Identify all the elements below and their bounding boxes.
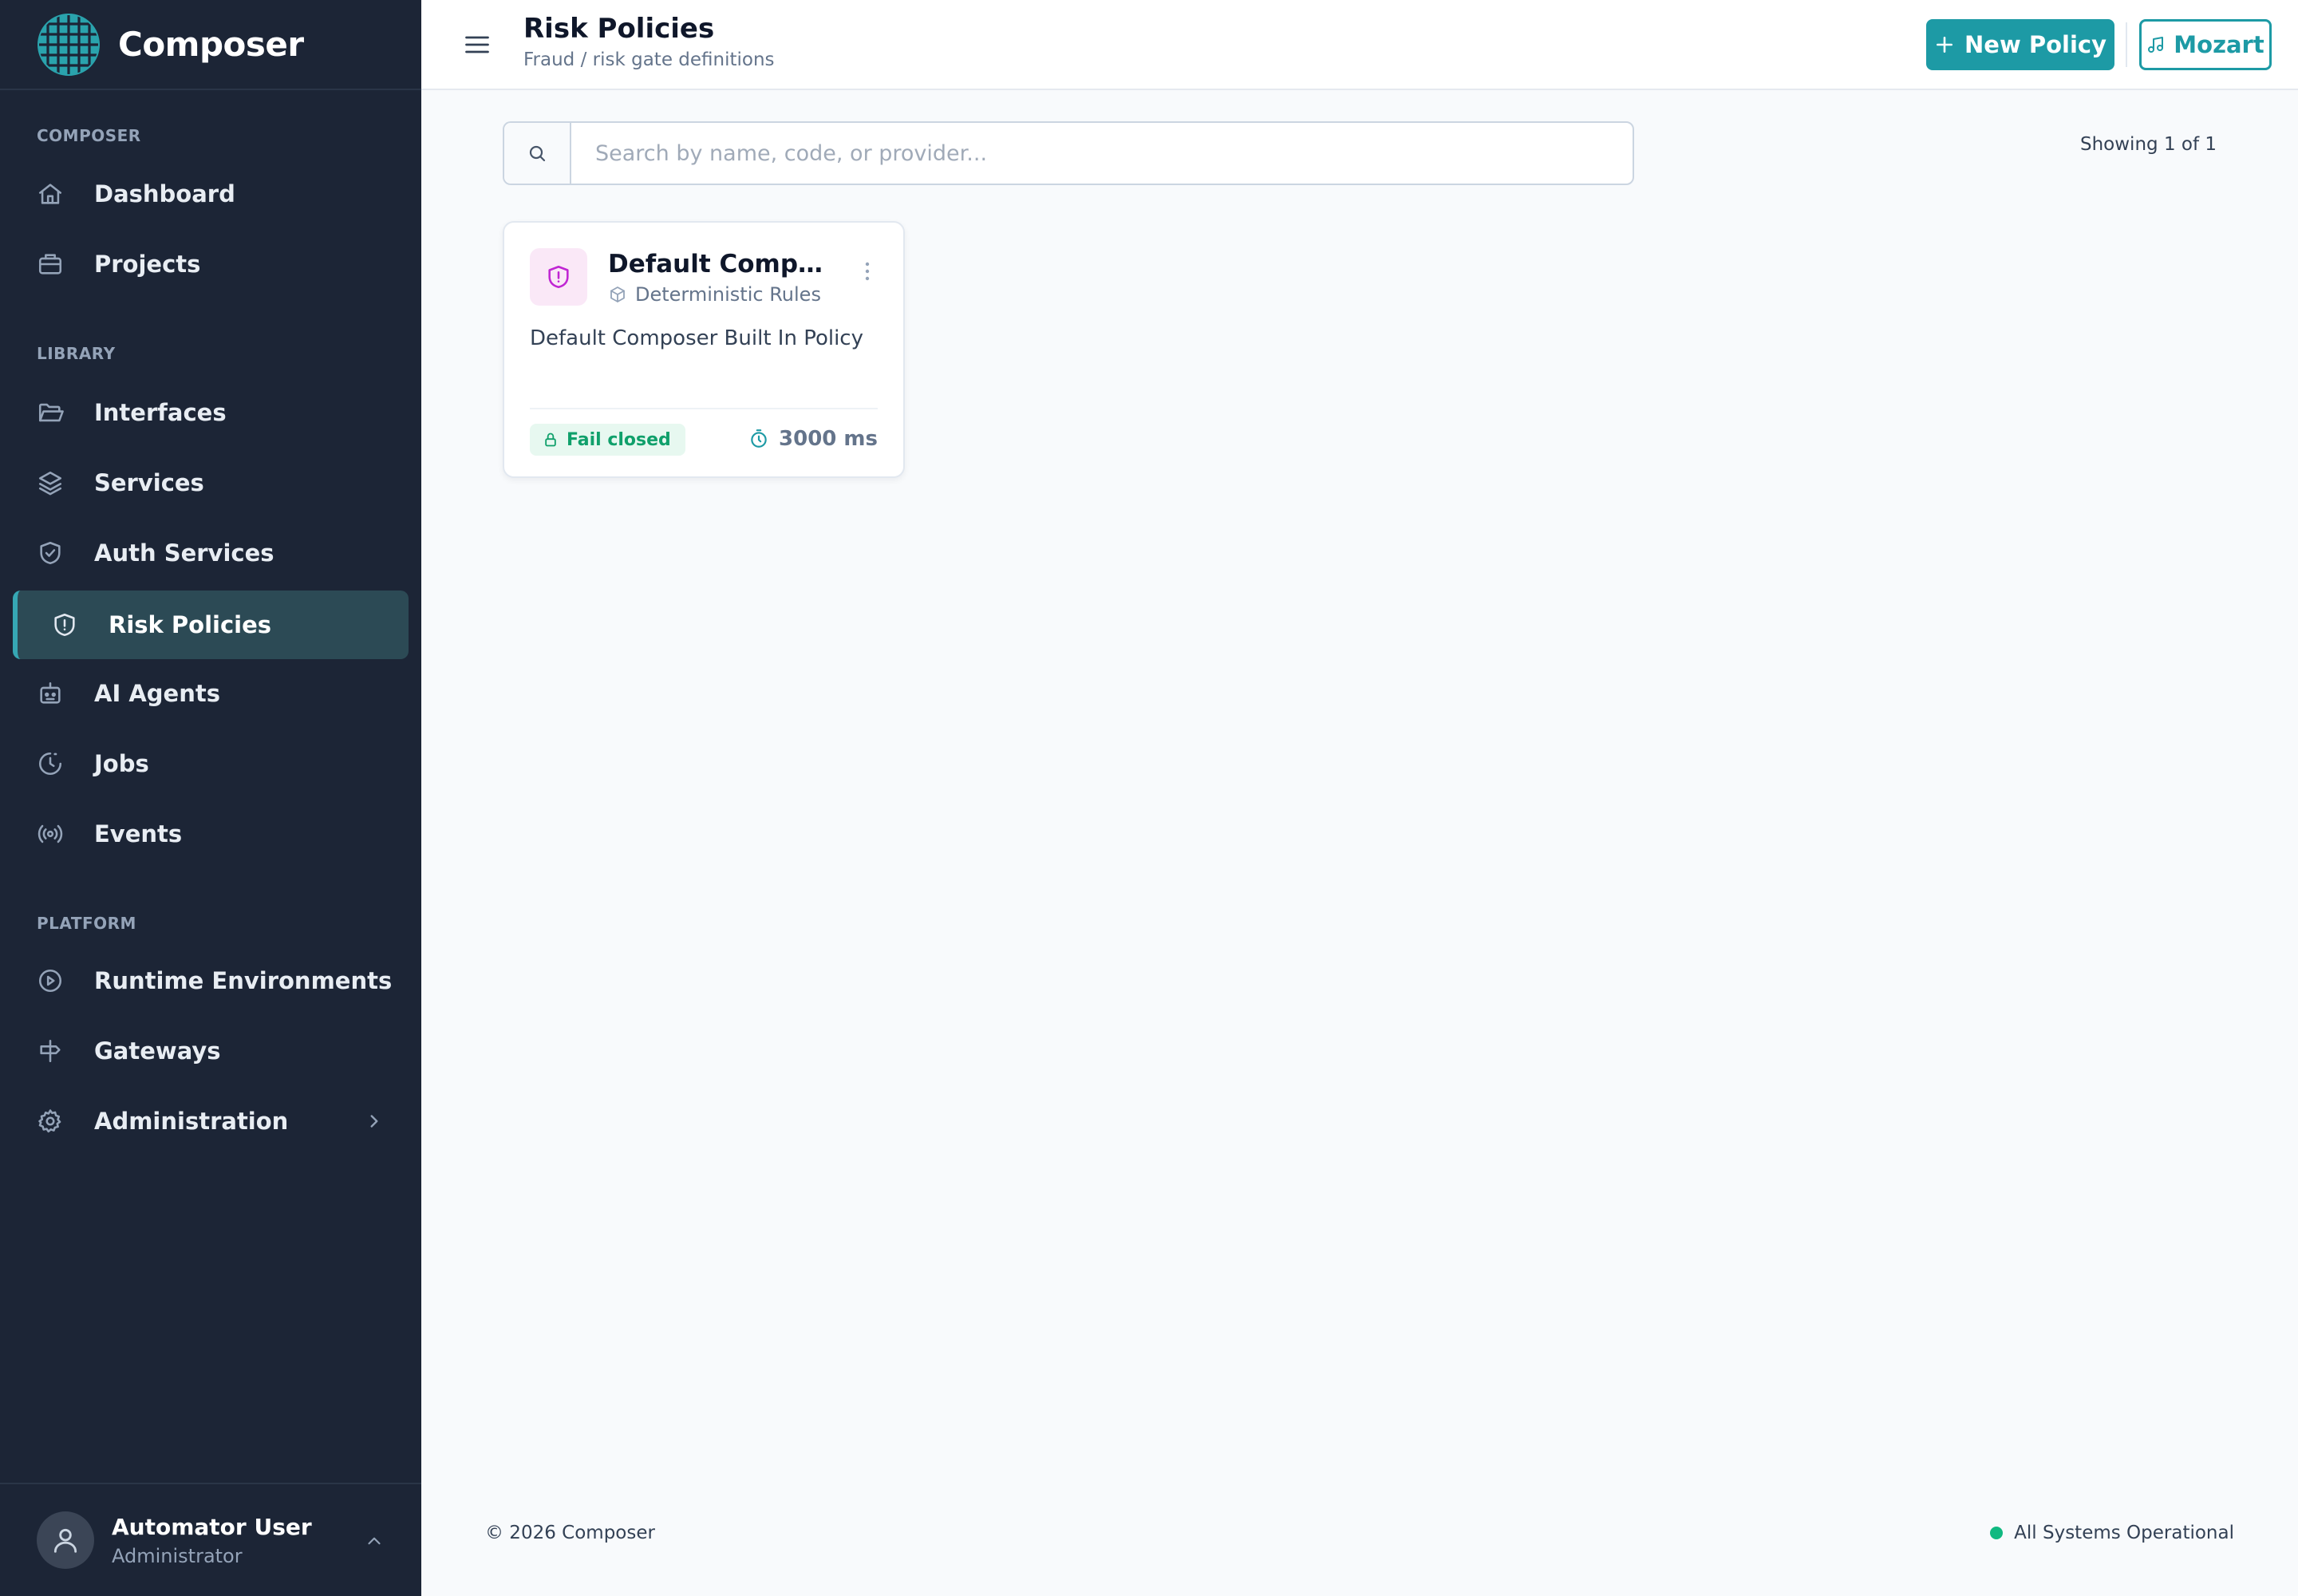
section-label-library: LIBRARY bbox=[37, 344, 116, 363]
mozart-button[interactable]: Mozart bbox=[2139, 19, 2272, 70]
broadcast-icon bbox=[37, 820, 64, 847]
search-icon bbox=[529, 145, 546, 162]
globe-logo-icon bbox=[38, 13, 100, 76]
folder-open-icon bbox=[37, 399, 64, 426]
lock-icon bbox=[545, 433, 556, 447]
status-dot bbox=[1990, 1527, 2004, 1539]
timer-icon bbox=[751, 429, 767, 448]
clock-icon bbox=[37, 750, 64, 777]
sidebar-item-projects[interactable]: Projects bbox=[13, 230, 409, 298]
card-divider bbox=[530, 408, 878, 409]
layers-icon bbox=[37, 469, 64, 496]
section-label-platform: PLATFORM bbox=[37, 914, 136, 933]
policy-timeout: 3000 ms bbox=[748, 427, 878, 451]
music-note-icon bbox=[2148, 37, 2164, 53]
page-title: Risk Policies bbox=[523, 13, 715, 45]
brand[interactable]: Composer bbox=[0, 0, 421, 90]
sidebar-item-label: Runtime Environments bbox=[94, 967, 393, 994]
user-icon bbox=[53, 1528, 77, 1553]
sidebar-item-label: Events bbox=[94, 820, 183, 847]
sidebar: Composer COMPOSER Dashboard Projects LIB… bbox=[0, 0, 421, 1596]
policy-title: Default Compos... bbox=[608, 250, 839, 279]
fail-mode-badge: Fail closed bbox=[530, 424, 685, 456]
top-header: Risk Policies Fraud / risk gate definiti… bbox=[421, 0, 2298, 90]
copyright: © 2026 Composer bbox=[485, 1523, 655, 1543]
mozart-label: Mozart bbox=[2174, 31, 2264, 58]
sidebar-item-label: Gateways bbox=[94, 1037, 221, 1065]
sidebar-item-dashboard[interactable]: Dashboard bbox=[13, 160, 409, 228]
sidebar-item-gateways[interactable]: Gateways bbox=[13, 1017, 409, 1085]
policy-card[interactable]: Default Compos... Deterministic Rules De… bbox=[503, 221, 905, 478]
sidebar-item-label: Projects bbox=[94, 251, 201, 278]
system-status-label: All Systems Operational bbox=[2014, 1523, 2234, 1543]
chevron-up-icon bbox=[368, 1537, 381, 1545]
system-status: All Systems Operational bbox=[1990, 1523, 2234, 1543]
bot-icon bbox=[37, 680, 64, 707]
shield-check-icon bbox=[37, 539, 64, 567]
sidebar-item-administration[interactable]: Administration bbox=[13, 1087, 409, 1156]
policy-icon-tile bbox=[530, 248, 587, 306]
results-count: Showing 1 of 1 bbox=[2080, 134, 2217, 155]
shield-alert-icon bbox=[51, 611, 78, 638]
sidebar-item-jobs[interactable]: Jobs bbox=[13, 729, 409, 798]
sidebar-item-label: AI Agents bbox=[94, 680, 220, 707]
sidebar-item-label: Jobs bbox=[94, 750, 149, 777]
search-input[interactable] bbox=[571, 123, 1633, 184]
plus-icon bbox=[1937, 37, 1953, 53]
new-policy-label: New Policy bbox=[1964, 31, 2106, 58]
cube-icon bbox=[610, 286, 625, 302]
sidebar-item-events[interactable]: Events bbox=[13, 800, 409, 868]
timeout-value: 3000 ms bbox=[779, 427, 878, 451]
sidebar-item-label: Dashboard bbox=[94, 180, 235, 207]
sidebar-item-runtime-environments[interactable]: Runtime Environments bbox=[13, 946, 409, 1015]
header-divider bbox=[2126, 22, 2127, 67]
briefcase-icon bbox=[37, 251, 64, 278]
sidebar-item-interfaces[interactable]: Interfaces bbox=[13, 378, 409, 447]
hamburger-menu-icon[interactable] bbox=[463, 30, 492, 59]
brand-name: Composer bbox=[118, 25, 304, 64]
sidebar-item-label: Risk Policies bbox=[109, 611, 272, 638]
sidebar-item-label: Services bbox=[94, 469, 204, 496]
signpost-icon bbox=[37, 1037, 64, 1065]
section-label-composer: COMPOSER bbox=[37, 126, 141, 145]
new-policy-button[interactable]: New Policy bbox=[1926, 19, 2114, 70]
user-menu[interactable]: Automator User Administrator bbox=[0, 1483, 421, 1596]
sidebar-item-risk-policies[interactable]: Risk Policies bbox=[13, 591, 409, 659]
page-subtitle: Fraud / risk gate definitions bbox=[523, 49, 775, 70]
play-circle-icon bbox=[37, 967, 64, 994]
shield-alert-icon bbox=[548, 265, 569, 289]
sidebar-item-label: Auth Services bbox=[94, 539, 274, 567]
fail-mode-label: Fail closed bbox=[567, 429, 671, 450]
search-bar bbox=[503, 121, 1634, 185]
gear-icon bbox=[37, 1108, 64, 1135]
home-icon bbox=[37, 180, 64, 207]
avatar bbox=[37, 1511, 94, 1569]
user-name: Automator User bbox=[112, 1513, 312, 1540]
chevron-right-icon bbox=[370, 1115, 378, 1128]
user-role: Administrator bbox=[112, 1544, 243, 1567]
sidebar-item-label: Administration bbox=[94, 1108, 289, 1135]
sidebar-item-services[interactable]: Services bbox=[13, 448, 409, 517]
more-vertical-icon[interactable] bbox=[863, 261, 871, 282]
search-icon-box bbox=[504, 123, 571, 184]
policy-description: Default Composer Built In Policy bbox=[530, 326, 863, 350]
sidebar-item-ai-agents[interactable]: AI Agents bbox=[13, 659, 409, 728]
policy-type-label: Deterministic Rules bbox=[635, 283, 821, 306]
sidebar-item-label: Interfaces bbox=[94, 399, 227, 426]
sidebar-item-auth-services[interactable]: Auth Services bbox=[13, 519, 409, 587]
policy-type: Deterministic Rules bbox=[608, 283, 821, 306]
